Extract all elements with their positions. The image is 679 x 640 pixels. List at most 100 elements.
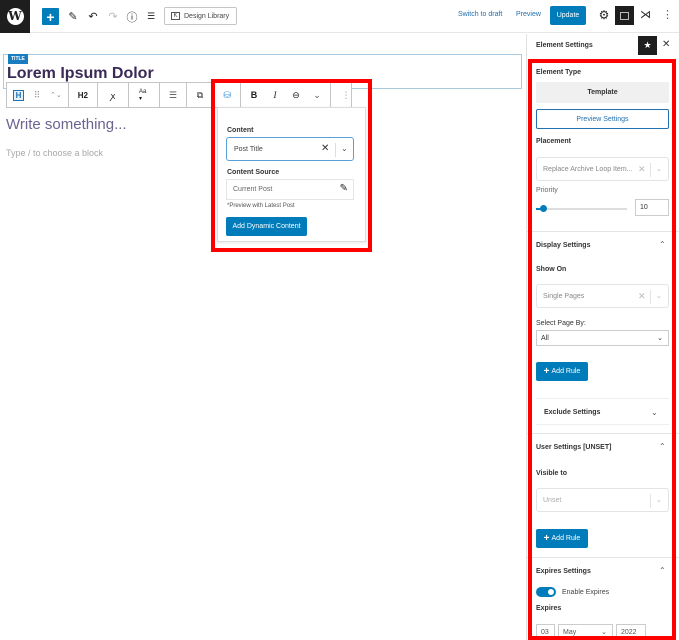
chevron-up-icon[interactable]: ⌃	[659, 240, 666, 249]
exclude-settings-title: Exclude Settings	[544, 409, 601, 416]
settings-gear-icon[interactable]: ⚙	[598, 9, 610, 21]
expires-settings-title[interactable]: Expires Settings	[536, 568, 591, 575]
clear-icon[interactable]: ✕	[321, 143, 329, 154]
paragraph-placeholder[interactable]: Write something...	[6, 116, 127, 133]
wordpress-logo-icon: W	[6, 8, 24, 25]
switch-to-draft-link[interactable]: Switch to draft	[458, 11, 502, 18]
edit-pencil-icon[interactable]: ✎	[340, 183, 348, 194]
clear-icon[interactable]: ✕	[638, 164, 646, 175]
add-rule-label: Add Rule	[551, 368, 581, 375]
slider-thumb[interactable]	[540, 205, 547, 212]
chevron-down-icon: ⌄	[657, 335, 663, 342]
design-library-button[interactable]: K Design Library	[164, 7, 237, 25]
preview-note: *Preview with Latest Post	[227, 203, 295, 209]
bold-button[interactable]: B	[249, 88, 259, 102]
content-select-value: Post Title	[234, 146, 263, 153]
placement-value: Replace Archive Loop Item...	[543, 166, 633, 173]
chevron-up-icon[interactable]: ⌃	[659, 442, 666, 451]
content-select[interactable]: Post Title ✕ ⌄	[226, 137, 354, 161]
chevron-down-icon: ⌄	[601, 629, 607, 636]
font-size-dropdown[interactable]: Aa ▾	[139, 88, 149, 102]
clear-icon[interactable]: ✕	[638, 291, 646, 302]
title-heading[interactable]: Lorem Ipsum Dolor	[7, 65, 154, 83]
show-on-value: Single Pages	[543, 293, 585, 300]
star-icon[interactable]: ★	[638, 36, 657, 55]
chevron-down-icon[interactable]: ⌄	[341, 144, 348, 153]
kadence-blocks-icon[interactable]: ⋊	[640, 8, 651, 21]
more-options-icon[interactable]: ⋮	[662, 8, 673, 21]
select-separator	[650, 494, 651, 508]
link-icon[interactable]: ⊖	[291, 88, 301, 102]
more-rich-text-chevron-icon[interactable]: ⌄	[312, 88, 322, 102]
display-settings-title[interactable]: Display Settings	[536, 242, 590, 249]
placement-select[interactable]: Replace Archive Loop Item... ✕ ⌄	[536, 157, 669, 181]
typography-icon[interactable]: ꭗ	[108, 88, 118, 102]
kadence-library-icon: K	[171, 12, 180, 20]
expires-year-input[interactable]: 2022	[616, 624, 646, 640]
priority-input[interactable]: 10	[635, 199, 669, 216]
block-options-icon[interactable]: ⋮	[341, 88, 351, 102]
priority-slider[interactable]	[536, 205, 627, 212]
select-separator	[650, 290, 651, 304]
expires-label: Expires	[536, 605, 562, 612]
element-type-label: Element Type	[536, 69, 581, 76]
update-button[interactable]: Update	[550, 6, 586, 25]
divider	[527, 433, 679, 434]
visible-to-label: Visible to	[536, 470, 567, 477]
dynamic-content-icon[interactable]: ⛁	[222, 88, 232, 102]
visible-to-select[interactable]: Unset ⌄	[536, 488, 669, 512]
redo-icon[interactable]: ↷	[106, 8, 120, 25]
expires-day-input[interactable]: 03	[536, 624, 555, 640]
wordpress-logo-button[interactable]: W	[0, 0, 30, 33]
info-icon[interactable]: ⓘ	[125, 8, 139, 25]
panel-icon	[620, 11, 629, 20]
content-source-label: Content Source	[227, 169, 280, 176]
plus-icon: +	[543, 366, 550, 377]
element-settings-panel-toggle[interactable]	[615, 6, 634, 25]
select-page-by-dropdown[interactable]: All ⌄	[536, 330, 669, 346]
exclude-settings-toggle[interactable]: Exclude Settings ⌄	[536, 398, 669, 425]
heading-level-button[interactable]: H2	[78, 88, 88, 102]
move-up-down-icon[interactable]: ⌃⌄	[50, 88, 62, 102]
preview-settings-button[interactable]: Preview Settings	[536, 109, 669, 129]
add-display-rule-button[interactable]: + Add Rule	[536, 362, 588, 381]
select-page-by-label: Select Page By:	[536, 320, 586, 327]
heading-block-icon[interactable]: H	[13, 89, 24, 101]
undo-icon[interactable]: ↶	[86, 8, 100, 25]
plus-icon: +	[543, 533, 550, 544]
enable-expires-toggle[interactable]	[536, 587, 556, 597]
show-on-select[interactable]: Single Pages ✕ ⌄	[536, 284, 669, 308]
copy-styles-icon[interactable]: ⧉	[195, 88, 205, 102]
add-dynamic-content-button[interactable]: Add Dynamic Content	[226, 217, 307, 236]
user-settings-title[interactable]: User Settings [UNSET]	[536, 444, 611, 451]
edit-pencil-icon[interactable]: ✎	[66, 8, 80, 25]
visible-to-value: Unset	[543, 497, 562, 504]
italic-button[interactable]: I	[270, 88, 280, 102]
block-appender-hint[interactable]: Type / to choose a block	[6, 148, 103, 158]
expires-month-value: May	[563, 629, 577, 636]
chevron-down-icon[interactable]: ⌄	[656, 292, 662, 300]
dynamic-content-popover: Content Post Title ✕ ⌄ Content Source Cu…	[217, 107, 366, 242]
expires-month-select[interactable]: May ⌄	[558, 624, 613, 640]
content-source-value: Current Post	[233, 186, 273, 193]
toggle-knob	[548, 589, 554, 595]
chevron-down-icon[interactable]: ⌄	[656, 165, 662, 173]
placement-label: Placement	[536, 138, 572, 145]
select-page-by-value: All	[541, 335, 549, 342]
divider	[527, 557, 679, 558]
sidebar-title: Element Settings	[536, 42, 593, 49]
add-user-rule-button[interactable]: + Add Rule	[536, 529, 588, 548]
chevron-down-icon[interactable]: ⌄	[656, 496, 662, 504]
drag-handle-icon[interactable]: ⠿	[32, 88, 42, 102]
design-library-label: Design Library	[184, 12, 230, 20]
add-block-button[interactable]: +	[42, 8, 59, 25]
close-icon[interactable]: ✕	[662, 39, 670, 50]
add-rule-label: Add Rule	[551, 535, 581, 542]
list-view-icon[interactable]: ☰	[145, 8, 157, 25]
align-text-icon[interactable]: ☰	[168, 88, 178, 102]
title-badge: TITLE	[8, 54, 28, 64]
chevron-up-icon[interactable]: ⌃	[659, 566, 666, 575]
content-source-field[interactable]: Current Post ✎	[226, 179, 354, 200]
top-toolbar: W + ✎ ↶ ↷ ⓘ ☰ K Design Library Switch to…	[0, 0, 679, 33]
preview-link[interactable]: Preview	[516, 11, 541, 18]
